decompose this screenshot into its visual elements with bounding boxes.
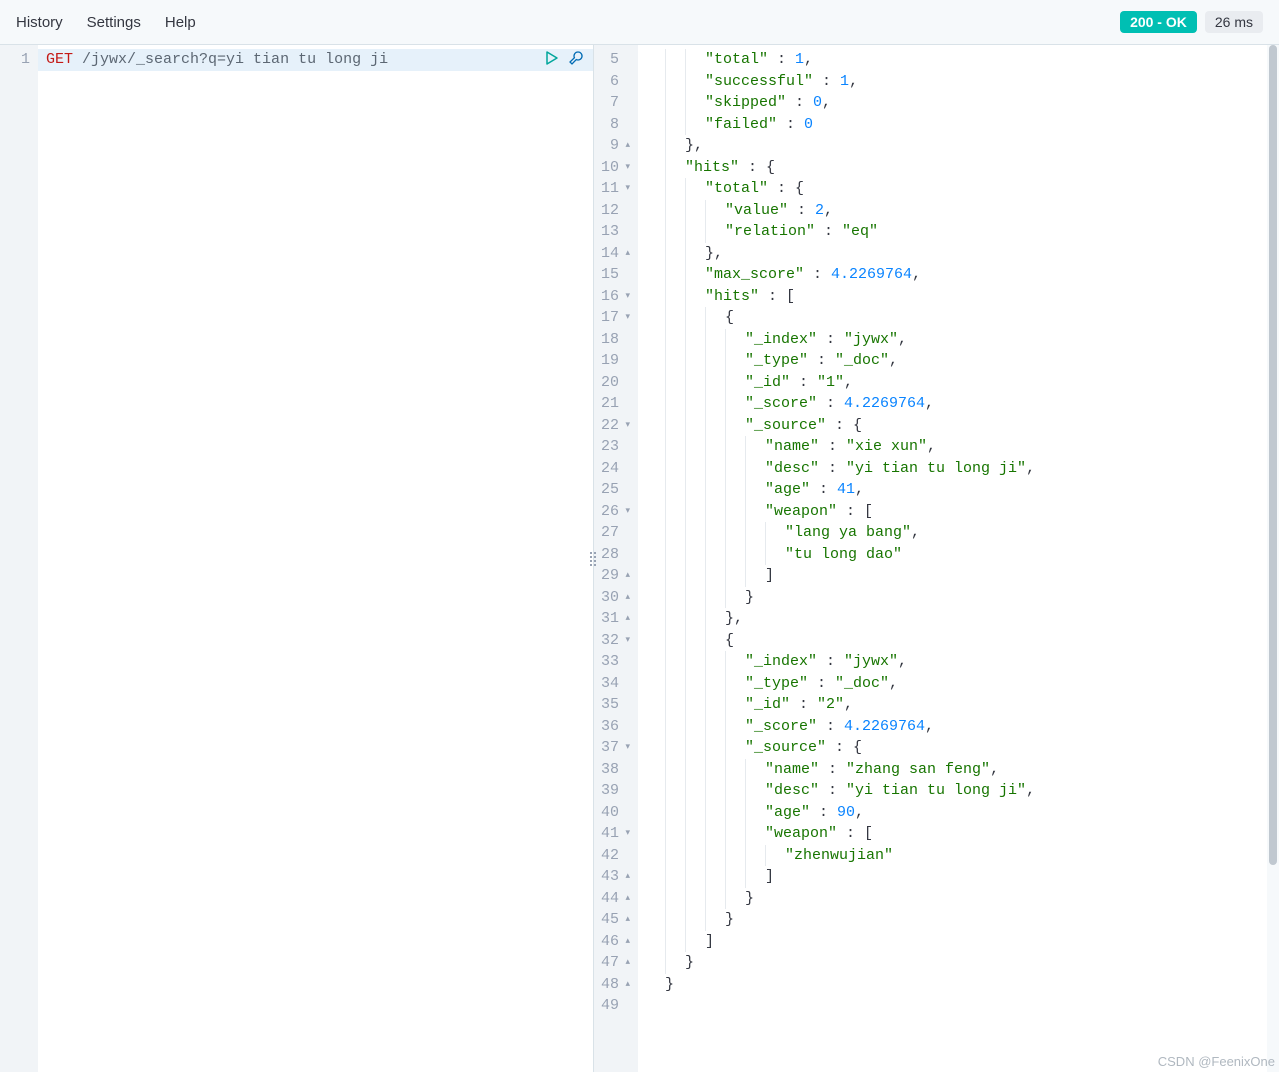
play-icon[interactable] xyxy=(543,49,561,67)
menu-settings[interactable]: Settings xyxy=(87,14,141,31)
scrollbar-thumb[interactable] xyxy=(1269,45,1277,865)
menu-history[interactable]: History xyxy=(16,14,63,31)
menu-help[interactable]: Help xyxy=(165,14,196,31)
request-code[interactable]: GET /jywx/_search?q=yi tian tu long ji xyxy=(38,45,593,1072)
request-editor[interactable]: 1 GET /jywx/_search?q=yi tian tu long ji xyxy=(0,45,594,1072)
scrollbar-vertical[interactable] xyxy=(1267,45,1279,1072)
request-gutter: 1 xyxy=(0,45,38,1072)
toolbar-menu: History Settings Help xyxy=(16,14,196,31)
watermark: CSDN @FeenixOne xyxy=(1158,1054,1275,1069)
pane-resize-handle[interactable] xyxy=(585,45,601,1072)
status-badge: 200 - OK xyxy=(1120,11,1197,33)
request-actions xyxy=(543,49,585,67)
toolbar: History Settings Help 200 - OK 26 ms xyxy=(0,0,1279,45)
response-viewer: 56789▴10▾11▾121314▴1516▾17▾1819202122▾23… xyxy=(594,45,1279,1072)
wrench-icon[interactable] xyxy=(567,49,585,67)
time-badge: 26 ms xyxy=(1205,11,1263,33)
panes: 1 GET /jywx/_search?q=yi tian tu long ji… xyxy=(0,45,1279,1072)
response-code[interactable]: "total" : 1,"successful" : 1,"skipped" :… xyxy=(638,45,1279,1072)
